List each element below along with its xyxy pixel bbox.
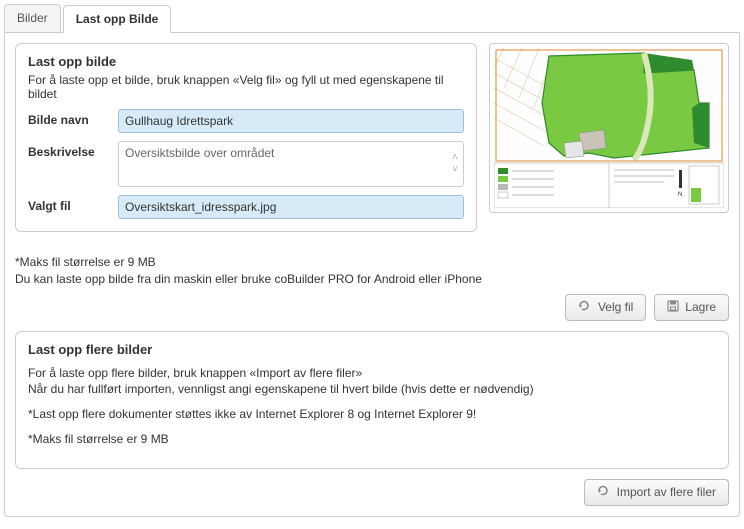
save-button[interactable]: Lagre — [654, 294, 729, 321]
upload-single-box: Last opp bilde For å laste opp et bilde,… — [15, 43, 477, 232]
map-preview-svg: N — [494, 48, 724, 208]
upload-notes: *Maks fil størrelse er 9 MB Du kan laste… — [15, 254, 729, 288]
upload-multi-box: Last opp flere bilder For å laste opp fl… — [15, 331, 729, 469]
tab-strip: Bilder Last opp Bilde — [4, 4, 740, 33]
refresh-arrow-icon — [597, 485, 611, 500]
import-multiple-button[interactable]: Import av flere filer — [584, 479, 729, 506]
tab-images[interactable]: Bilder — [4, 4, 61, 32]
multi-size-note: *Maks fil størrelse er 9 MB — [28, 431, 716, 448]
tab-upload-image[interactable]: Last opp Bilde — [63, 5, 172, 33]
choose-file-button[interactable]: Velg fil — [565, 294, 646, 321]
multi-ie-warning: *Last opp flere dokumenter støttes ikke … — [28, 406, 716, 423]
description-label: Beskrivelse — [28, 141, 118, 159]
upload-multi-title: Last opp flere bilder — [28, 342, 716, 357]
multi-line2: Når du har fullført importen, vennligst … — [28, 382, 534, 396]
upload-single-title: Last opp bilde — [28, 54, 464, 69]
image-name-input[interactable] — [118, 109, 464, 133]
upload-single-intro: For å laste opp et bilde, bruk knappen «… — [28, 73, 464, 101]
chevron-down-icon: ˅ — [452, 165, 458, 175]
save-label: Lagre — [685, 300, 716, 314]
note-max-size: *Maks fil størrelse er 9 MB — [15, 254, 729, 271]
choose-file-label: Velg fil — [598, 300, 633, 314]
selected-file-label: Valgt fil — [28, 195, 118, 213]
refresh-arrow-icon — [578, 300, 592, 315]
textarea-scroll-arrows[interactable]: ˄ ˅ — [447, 142, 463, 186]
svg-text:N: N — [678, 192, 682, 198]
chevron-up-icon: ˄ — [452, 153, 458, 163]
image-preview-thumbnail[interactable]: N — [489, 43, 729, 213]
upload-panel: Last opp bilde For å laste opp et bilde,… — [4, 33, 740, 517]
selected-file-input[interactable] — [118, 195, 464, 219]
multi-line1: For å laste opp flere bilder, bruk knapp… — [28, 366, 362, 380]
image-name-label: Bilde navn — [28, 109, 118, 127]
save-disk-icon — [667, 300, 679, 315]
import-multiple-label: Import av flere filer — [617, 485, 716, 499]
description-field-wrap: Oversiktsbilde over området ˄ ˅ — [118, 141, 464, 187]
note-device-info: Du kan laste opp bilde fra din maskin el… — [15, 271, 729, 288]
description-textarea[interactable]: Oversiktsbilde over området — [119, 142, 447, 186]
